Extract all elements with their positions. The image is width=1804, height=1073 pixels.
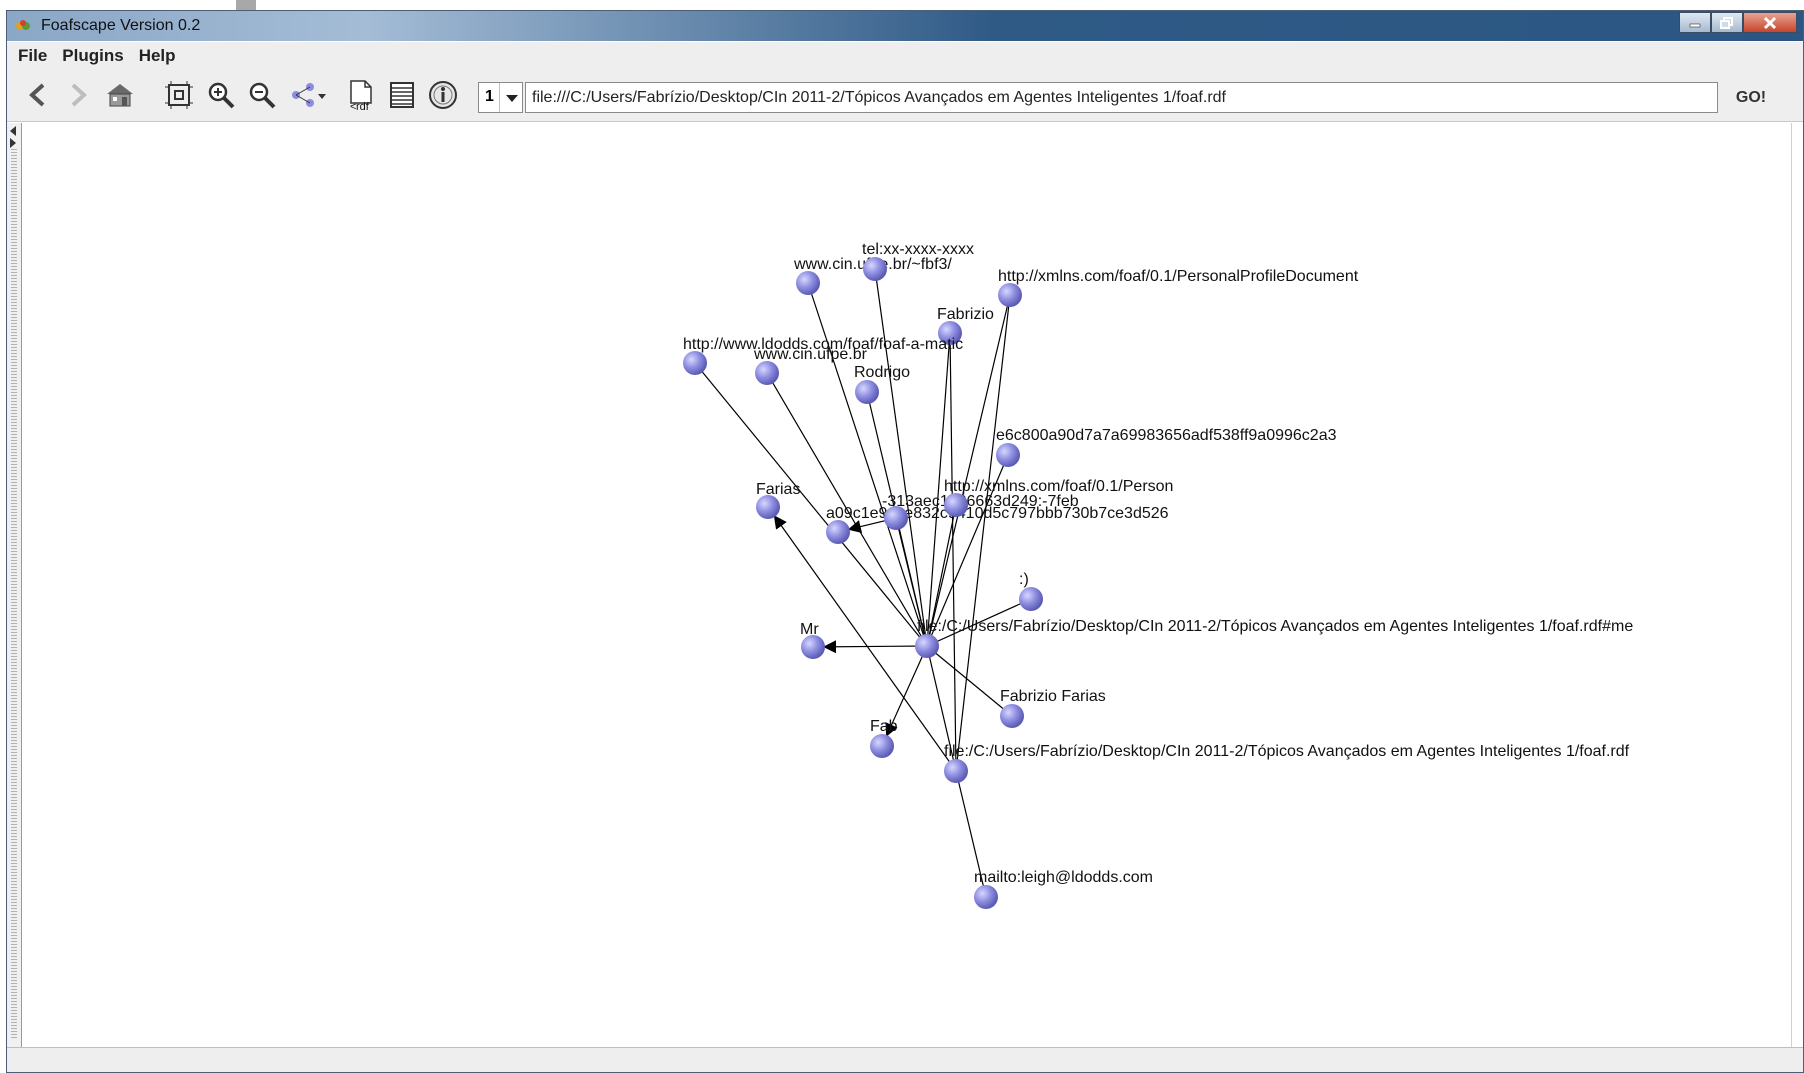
zoom-in-icon [208, 82, 235, 109]
graph-node-bnode1[interactable] [826, 520, 850, 544]
expand-right-icon[interactable] [10, 138, 16, 148]
title-bar: Foafscape Version 0.2 [7, 11, 1803, 41]
graph-node-me[interactable] [915, 634, 939, 658]
table-view-icon [390, 82, 414, 108]
zoom-in-button[interactable] [206, 80, 236, 110]
layout-dropdown-button[interactable] [290, 80, 330, 110]
maximize-button[interactable] [1711, 12, 1743, 33]
graph-canvas[interactable] [7, 123, 1791, 1047]
forward-arrow-icon [71, 83, 87, 107]
graph-node-smile[interactable] [1019, 587, 1043, 611]
graph-node-farias[interactable] [756, 495, 780, 519]
graph-node-cin[interactable] [755, 361, 779, 385]
fit-view-icon [165, 81, 193, 109]
graph-node-sha[interactable] [996, 443, 1020, 467]
collapse-left-icon[interactable] [10, 126, 16, 136]
zoom-out-button[interactable] [247, 80, 277, 110]
graph-node-mail[interactable] [974, 885, 998, 909]
graph-node-fab[interactable] [870, 734, 894, 758]
home-button[interactable] [105, 80, 135, 110]
zoom-out-icon [249, 82, 276, 109]
back-arrow-icon [29, 83, 45, 107]
graph-node-fabrizio[interactable] [938, 321, 962, 345]
back-button[interactable] [23, 80, 53, 110]
menu-plugins[interactable]: Plugins [62, 46, 123, 66]
graph-node-pp[interactable] [998, 283, 1022, 307]
url-input[interactable] [525, 82, 1718, 113]
forward-button[interactable] [63, 80, 93, 110]
home-icon [107, 84, 133, 107]
graph-node-person[interactable] [944, 493, 968, 517]
svg-text:<: < [350, 101, 356, 111]
rdf-source-button[interactable]: rdf < [347, 80, 377, 111]
go-button[interactable]: GO! [1721, 83, 1781, 113]
info-button[interactable] [428, 80, 458, 110]
graph-node-maker[interactable] [683, 351, 707, 375]
graph-node-rodrigo[interactable] [855, 380, 879, 404]
page-number-select[interactable]: 1 [478, 82, 523, 113]
chevron-down-icon[interactable] [499, 83, 523, 112]
graph-node-mr[interactable] [801, 635, 825, 659]
foafscape-app-icon [16, 20, 30, 30]
right-panel-edge [1791, 123, 1803, 1047]
svg-text:rdf: rdf [356, 101, 370, 111]
graph-node-doc[interactable] [944, 759, 968, 783]
close-icon [1763, 16, 1777, 29]
minimize-button[interactable] [1679, 12, 1711, 33]
restore-icon [1720, 16, 1733, 29]
menu-help[interactable]: Help [139, 46, 176, 66]
minimize-icon [1689, 23, 1701, 27]
graph-node-homepage[interactable] [796, 271, 820, 295]
menu-file[interactable]: File [18, 46, 47, 66]
toolbar: rdf< 1 GO! [7, 70, 1803, 122]
fit-view-button[interactable] [164, 80, 194, 110]
table-view-button[interactable] [387, 80, 417, 110]
splitter-grip[interactable] [11, 149, 17, 1039]
page-number-value: 1 [485, 88, 494, 105]
rdf-document-icon: rdf< [350, 80, 372, 111]
side-panel-splitter[interactable] [7, 123, 22, 1047]
graph-node-bnode2[interactable] [884, 506, 908, 530]
close-button[interactable] [1743, 12, 1797, 33]
menu-bar: File Plugins Help [7, 42, 1803, 70]
layout-dropdown-icon [292, 83, 326, 107]
graph-node-fullname[interactable] [1000, 704, 1024, 728]
window-controls [1679, 12, 1797, 33]
status-bar [7, 1047, 1803, 1072]
window-title: Foafscape Version 0.2 [41, 17, 201, 34]
app-window: Foafscape Version 0.2 File Plugins Help [6, 10, 1804, 1073]
graph-node-tel[interactable] [863, 257, 887, 281]
info-icon [429, 81, 457, 109]
